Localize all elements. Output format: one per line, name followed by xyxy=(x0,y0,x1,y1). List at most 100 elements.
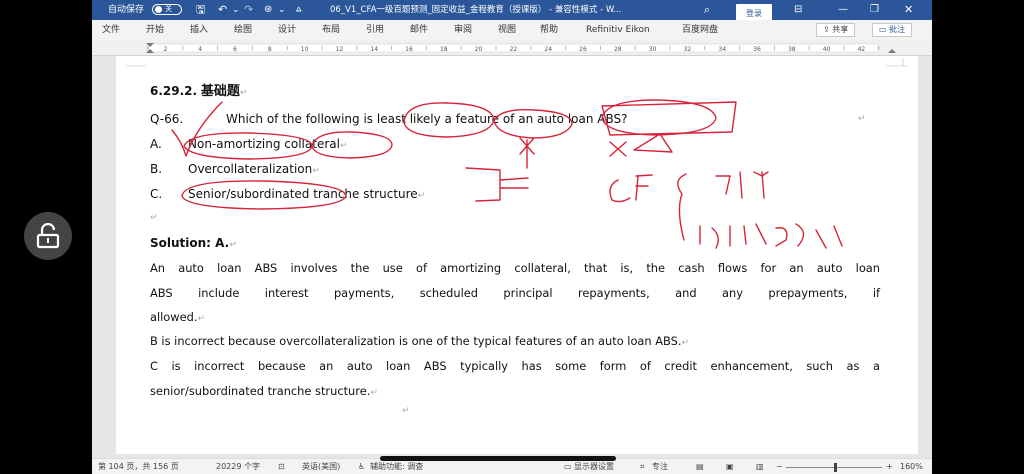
ribbon-display-icon[interactable]: ⊟ xyxy=(794,0,802,20)
ruler-number: 20 xyxy=(475,46,483,53)
ruler-number: 34 xyxy=(718,46,726,53)
ruler-number: 16 xyxy=(405,46,413,53)
display-settings[interactable]: 显示器设置 xyxy=(574,459,614,474)
option-c-text: Senior/subordinated tranche structure↵ xyxy=(188,187,426,201)
save-icon[interactable]: 🖫 xyxy=(196,0,205,20)
page-count[interactable]: 第 104 页，共 156 页 xyxy=(98,459,179,474)
undo-dropdown-icon[interactable]: ⌄ xyxy=(232,0,240,20)
accessibility-icon: ♿ xyxy=(358,462,366,471)
touch-dropdown-icon[interactable]: ⌄ xyxy=(278,0,286,20)
option-a-text: Non-amortizing collateral↵ xyxy=(188,137,348,151)
zoom-level[interactable]: 160% xyxy=(900,459,923,474)
option-c-explanation-line-1: C is incorrect because an auto loan ABS … xyxy=(150,359,880,373)
right-indent-marker xyxy=(888,49,896,53)
question-text: Which of the following is least likely a… xyxy=(226,112,628,126)
ruler-number: 8 xyxy=(268,46,272,53)
ruler-number: 6 xyxy=(233,46,237,53)
ruler-number: 38 xyxy=(788,46,796,53)
proofing-icon[interactable]: ⊡ xyxy=(278,459,285,474)
ruler-number: 14 xyxy=(370,46,378,53)
language-indicator[interactable]: 英语(美国) xyxy=(302,459,340,474)
screen: 自动保存 关 🖫 ↶ ⌄ ↷ ⊛ ⌄ ⩠ 06_V1_CFA一级百题预测_固定收… xyxy=(0,0,1024,474)
ruler-number: 10 xyxy=(301,46,309,53)
tab-help[interactable]: 帮助 xyxy=(540,20,558,40)
page-corner-marks xyxy=(126,58,908,67)
tab-draw[interactable]: 绘图 xyxy=(234,20,252,40)
ruler-ticks: 2 4 6 8 10 12 14 16 18 20 22 24 26 28 30 32 34 36 38 40 42 xyxy=(146,43,896,53)
ruler-number: 18 xyxy=(440,46,448,53)
title-bar: 自动保存 关 🖫 ↶ ⌄ ↷ ⊛ ⌄ ⩠ 06_V1_CFA一级百题预测_固定收… xyxy=(92,0,932,24)
screen-lock-button[interactable] xyxy=(24,212,72,260)
explanation-line-3: allowed.↵ xyxy=(150,310,206,324)
autosave-label: 自动保存 xyxy=(108,5,145,15)
zoom-out-button[interactable]: − xyxy=(776,459,783,474)
word-window: 自动保存 关 🖫 ↶ ⌄ ↷ ⊛ ⌄ ⩠ 06_V1_CFA一级百题预测_固定收… xyxy=(92,0,932,474)
ribbon-tabs: 文件 开始 插入 绘图 设计 布局 引用 邮件 审阅 视图 帮助 Refinit… xyxy=(92,20,932,40)
accessibility-status[interactable]: 辅助功能: 调查 xyxy=(370,459,423,474)
solution-label: Solution: A.↵ xyxy=(150,236,237,250)
explanation-line-1: An auto loan ABS involves the use of amo… xyxy=(150,261,880,275)
zoom-in-button[interactable]: + xyxy=(886,459,893,474)
tab-insert[interactable]: 插入 xyxy=(190,20,208,40)
ruler-number: 36 xyxy=(753,46,761,53)
search-icon[interactable]: ⌕ xyxy=(704,0,710,20)
share-icon: ⇪ xyxy=(823,25,833,34)
document-title: 06_V1_CFA一级百题预测_固定收益_金程教育（授课版） - 兼容性模式 -… xyxy=(330,5,622,15)
print-layout-icon[interactable]: ▣ xyxy=(726,459,734,474)
option-b-explanation: B is incorrect because overcollateraliza… xyxy=(150,334,690,348)
share-button[interactable]: ⇪ 共享 xyxy=(816,23,856,37)
comment-icon: ▭ xyxy=(879,25,890,34)
web-layout-icon[interactable]: ▥ xyxy=(756,459,764,474)
option-c-letter: C. xyxy=(150,187,163,201)
ruler-number: 22 xyxy=(510,46,518,53)
focus-mode[interactable]: 专注 xyxy=(652,459,668,474)
tab-refinitiv-eikon[interactable]: Refinitiv Eikon xyxy=(586,20,650,40)
zoom-slider-thumb[interactable] xyxy=(834,463,837,472)
undo-icon[interactable]: ↶ xyxy=(218,0,227,20)
tab-mailings[interactable]: 邮件 xyxy=(410,20,428,40)
horizontal-ruler[interactable]: 2 4 6 8 10 12 14 16 18 20 22 24 26 28 30 32 34 36 38 40 42 xyxy=(92,40,932,56)
word-count[interactable]: 20229 个字 xyxy=(216,459,260,474)
explanation-line-2: ABS include interest payments, scheduled… xyxy=(150,286,880,300)
tab-baidu-netdisk[interactable]: 百度网盘 xyxy=(682,20,718,40)
redo-icon[interactable]: ↷ xyxy=(244,0,253,20)
option-a-letter: A. xyxy=(150,137,162,151)
tab-references[interactable]: 引用 xyxy=(366,20,384,40)
question-number: Q-66. xyxy=(150,112,184,126)
read-mode-icon[interactable]: ▤ xyxy=(696,459,704,474)
option-c-explanation-line-2: senior/subordinated tranche structure.↵ xyxy=(150,384,378,398)
tab-review[interactable]: 审阅 xyxy=(454,20,472,40)
touch-mode-icon[interactable]: ⊛ xyxy=(264,0,272,20)
display-icon: ▭ xyxy=(564,462,572,471)
ruler-number: 28 xyxy=(614,46,622,53)
customize-toolbar-icon[interactable]: ⩠ xyxy=(296,0,301,20)
ruler-number: 24 xyxy=(544,46,552,53)
focus-icon: ⌗ xyxy=(640,462,645,471)
ruler-number: 2 xyxy=(163,46,167,53)
tab-design[interactable]: 设计 xyxy=(278,20,296,40)
tab-view[interactable]: 视图 xyxy=(498,20,516,40)
paragraph-mark: ↵ xyxy=(858,114,866,124)
ruler-number: 26 xyxy=(579,46,587,53)
minimize-icon[interactable]: — xyxy=(838,0,848,20)
section-heading: 6.29.2. 基础题↵ xyxy=(150,84,248,99)
empty-paragraph-mark: ↵ xyxy=(150,213,158,223)
document-page[interactable]: 6.29.2. 基础题↵ Q-66. Which of the followin… xyxy=(116,56,918,454)
ruler-number: 32 xyxy=(684,46,692,53)
tab-home[interactable]: 开始 xyxy=(146,20,164,40)
ruler-number: 12 xyxy=(336,46,344,53)
ruler-number: 30 xyxy=(649,46,657,53)
restore-icon[interactable]: ❐ xyxy=(870,0,879,20)
lock-open-icon xyxy=(36,223,60,249)
tab-file[interactable]: 文件 xyxy=(102,20,120,40)
ruler-number: 42 xyxy=(858,46,866,53)
comments-button[interactable]: ▭ 批注 xyxy=(872,23,913,37)
autosave-toggle[interactable]: 关 xyxy=(152,0,182,20)
ruler-number: 40 xyxy=(823,46,831,53)
tab-layout[interactable]: 布局 xyxy=(322,20,340,40)
video-progress-bar[interactable] xyxy=(380,456,616,461)
option-b-text: Overcollateralization↵ xyxy=(188,162,320,176)
option-b-letter: B. xyxy=(150,162,163,176)
close-icon[interactable]: ✕ xyxy=(904,0,913,20)
section-title: 基础题 xyxy=(200,84,240,99)
